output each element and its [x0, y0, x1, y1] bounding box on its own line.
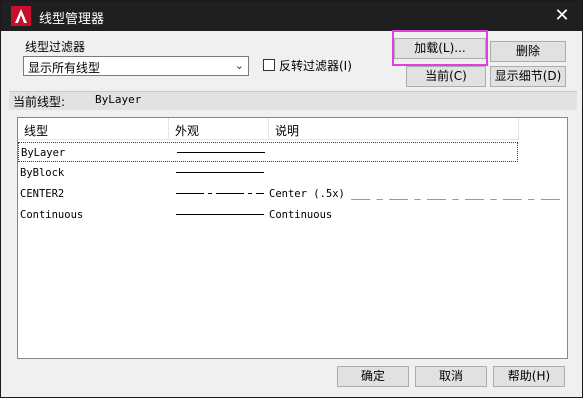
linetype-preview-solid: [176, 172, 264, 173]
linetype-preview-solid: [177, 152, 265, 153]
filter-group-label: 线型过滤器: [25, 40, 86, 54]
linetype-description: Center (.5x) ___ _ ___ _ ___ _ ___ _ ___…: [269, 188, 560, 200]
invert-filter-label: 反转过滤器(I): [279, 59, 352, 73]
filter-group: 线型过滤器 显示所有线型 ⌄ 反转过滤器(I): [17, 36, 392, 82]
table-row[interactable]: ByBlock: [18, 163, 518, 183]
linetype-list[interactable]: 线型 外观 说明 ByLayer ByBlock CENTER2 Center …: [17, 117, 568, 359]
ok-button[interactable]: 确定: [337, 366, 409, 387]
table-row[interactable]: ByLayer: [18, 142, 518, 162]
linetype-name: CENTER2: [20, 188, 65, 200]
close-icon: ✕: [554, 5, 570, 26]
column-header-linetype[interactable]: 线型: [18, 118, 169, 140]
column-header-description[interactable]: 说明: [269, 118, 519, 140]
help-button[interactable]: 帮助(H): [493, 366, 565, 387]
linetype-name: ByLayer: [21, 147, 66, 159]
linetype-filter-select[interactable]: 显示所有线型 ⌄: [23, 56, 249, 76]
load-button-highlight: [392, 30, 488, 66]
filter-selected-value: 显示所有线型: [28, 61, 101, 75]
show-details-button[interactable]: 显示细节(D): [490, 66, 566, 87]
title-bar: 线型管理器 ✕: [1, 1, 582, 31]
invert-filter-checkbox[interactable]: [263, 59, 275, 71]
linetype-description: Continuous: [269, 209, 333, 221]
current-linetype-bar: 当前线型: ByLayer: [9, 91, 577, 110]
current-button[interactable]: 当前(C): [406, 66, 486, 87]
autocad-logo-icon: [11, 6, 31, 26]
delete-button[interactable]: 删除: [490, 41, 566, 62]
current-linetype-label: 当前线型:: [13, 95, 66, 109]
linetype-name: ByBlock: [20, 167, 65, 179]
chevron-down-icon: ⌄: [234, 59, 244, 72]
linetype-preview-solid: [176, 214, 264, 215]
close-button[interactable]: ✕: [548, 4, 576, 28]
linetype-manager-dialog: 线型管理器 ✕ 线型过滤器 显示所有线型 ⌄ 反转过滤器(I) 加载(L)...…: [0, 0, 583, 398]
table-row[interactable]: Continuous Continuous: [18, 205, 518, 225]
column-header-appearance[interactable]: 外观: [169, 118, 269, 140]
current-linetype-value: ByLayer: [95, 93, 142, 106]
linetype-name: Continuous: [20, 209, 84, 221]
cancel-button[interactable]: 取消: [415, 366, 487, 387]
window-title: 线型管理器: [39, 12, 105, 27]
table-row[interactable]: CENTER2 Center (.5x) ___ _ ___ _ ___ _ _…: [18, 184, 560, 204]
linetype-preview-center: [176, 193, 264, 194]
